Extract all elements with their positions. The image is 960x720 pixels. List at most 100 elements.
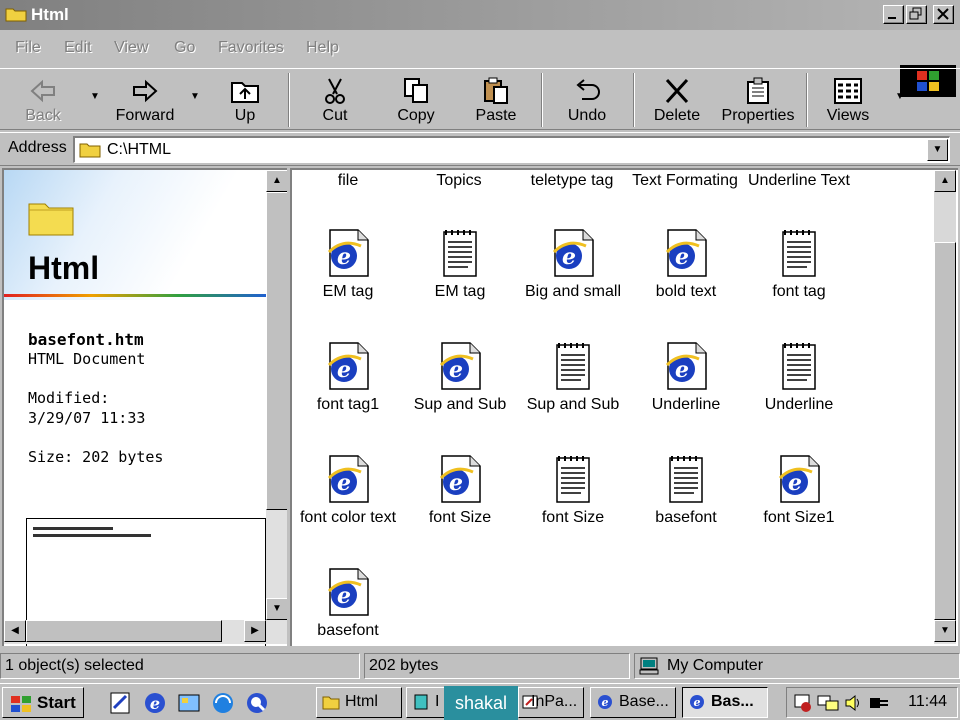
network-icon[interactable] (817, 693, 839, 713)
file-item[interactable]: font Size (517, 454, 629, 554)
item-label[interactable]: teletype tag (517, 172, 627, 190)
scroll-up-button[interactable]: ▲ (934, 170, 956, 192)
file-item[interactable]: Underline (743, 341, 855, 441)
preview-line (33, 527, 113, 530)
status-zone-label: My Computer (667, 657, 764, 674)
outlook-express-icon[interactable] (108, 690, 134, 716)
notepad-icon (414, 694, 428, 710)
properties-button[interactable]: Properties (718, 73, 798, 127)
ie-html-file-icon: e (665, 229, 707, 277)
menu-edit[interactable]: Edit (64, 39, 92, 57)
item-label[interactable]: Underline Text (744, 172, 854, 190)
scroll-right-button[interactable]: ▶ (244, 620, 266, 642)
internet-explorer-icon: e (690, 695, 704, 709)
file-item[interactable]: e Big and small (517, 228, 629, 328)
scroll-left-button[interactable]: ◀ (4, 620, 26, 642)
file-item[interactable]: e font tag1 (292, 341, 404, 441)
scroll-up-button[interactable]: ▲ (266, 170, 287, 192)
file-item[interactable]: e Sup and Sub (404, 341, 516, 441)
cut-button[interactable]: Cut (306, 73, 364, 127)
left-pane-hscrollbar[interactable]: ◀ ▶ (4, 620, 266, 644)
views-button[interactable]: Views (820, 73, 876, 127)
internet-explorer-icon[interactable]: e (142, 690, 168, 716)
address-bar: Address C:\HTML ▼ (0, 132, 960, 166)
taskbar-item-inpa[interactable]: InPa... (518, 687, 584, 718)
taskbar-item-base[interactable]: e Base... (590, 687, 676, 718)
copy-button[interactable]: Copy (386, 73, 446, 127)
clock[interactable]: 11:44 (908, 693, 947, 711)
up-folder-icon (231, 82, 259, 103)
color-divider (4, 294, 266, 297)
file-item[interactable]: e font Size (404, 454, 516, 554)
taskbar-item-notepad[interactable]: I (406, 687, 446, 718)
minimize-button[interactable] (883, 5, 904, 24)
close-button[interactable] (933, 5, 954, 24)
svg-text:e: e (337, 470, 351, 496)
notepad-file-icon (443, 230, 477, 277)
scroll-thumb[interactable] (266, 192, 287, 510)
file-item[interactable]: Sup and Sub (517, 341, 629, 441)
svg-text:e: e (150, 694, 160, 713)
toolbar-separator (288, 73, 290, 127)
up-button[interactable]: Up (214, 73, 276, 127)
address-dropdown-button[interactable]: ▼ (927, 139, 948, 161)
forward-dropdown-icon[interactable]: ▼ (190, 91, 200, 102)
file-list-vscrollbar[interactable]: ▲ ▼ (934, 170, 956, 644)
volume-icon[interactable] (843, 693, 863, 713)
scroll-down-button[interactable]: ▼ (934, 620, 956, 642)
item-label[interactable]: file (302, 172, 394, 190)
item-label[interactable]: Topics (404, 172, 514, 190)
file-item[interactable]: e font color text (292, 454, 404, 554)
file-item[interactable]: EM tag (404, 228, 516, 328)
svg-text:e: e (337, 357, 351, 383)
file-item[interactable]: font tag (743, 228, 855, 328)
address-input[interactable]: C:\HTML ▼ (73, 136, 950, 163)
toolbar-separator (541, 73, 543, 127)
menu-view[interactable]: View (114, 39, 148, 57)
ie-html-file-icon: e (778, 455, 820, 503)
paste-button[interactable]: Paste (466, 73, 526, 127)
undo-button[interactable]: Undo (558, 73, 616, 127)
scroll-down-button[interactable]: ▼ (266, 598, 287, 620)
file-item[interactable]: e basefont (292, 567, 404, 646)
scroll-thumb[interactable] (934, 242, 956, 620)
back-dropdown-icon[interactable]: ▼ (90, 91, 100, 102)
hscroll-thumb[interactable] (26, 620, 222, 642)
large-folder-icon (28, 203, 74, 236)
taskbar-item-html[interactable]: Html (316, 687, 402, 718)
maximize-button[interactable] (906, 5, 927, 24)
channels-icon[interactable] (210, 690, 236, 716)
item-label[interactable]: Text Formating (630, 172, 740, 190)
svg-text:e: e (337, 244, 351, 270)
show-desktop-icon[interactable] (176, 690, 202, 716)
file-list-view: file Topics teletype tag Text Formating … (290, 168, 958, 646)
search-icon[interactable] (244, 690, 270, 716)
toolbar-separator (806, 73, 808, 127)
views-dropdown-icon[interactable]: ▼ (895, 91, 905, 102)
menu-favorites[interactable]: Favorites (218, 39, 284, 57)
title-bar[interactable]: Html (0, 0, 960, 30)
menu-go[interactable]: Go (174, 39, 195, 57)
back-arrow-icon (30, 79, 55, 103)
file-item[interactable]: basefont (630, 454, 742, 554)
menu-help[interactable]: Help (306, 39, 339, 57)
delete-button[interactable]: Delete (648, 73, 706, 127)
file-item[interactable]: e bold text (630, 228, 742, 328)
my-computer-icon (639, 657, 659, 675)
back-button[interactable]: Back (12, 73, 74, 127)
file-item[interactable]: e Underline (630, 341, 742, 441)
ie-html-file-icon: e (439, 342, 481, 390)
window-title: Html (31, 5, 69, 24)
scheduler-icon[interactable] (793, 693, 813, 713)
file-label: font tag (772, 283, 826, 300)
power-icon[interactable] (867, 693, 893, 713)
forward-button[interactable]: Forward (108, 73, 182, 127)
file-item[interactable]: e font Size1 (743, 454, 855, 554)
file-item[interactable]: e EM tag (292, 228, 404, 328)
menu-file[interactable]: File (15, 39, 41, 57)
start-button[interactable]: Start (2, 687, 84, 718)
taskbar-item-bas-active[interactable]: e Bas... (682, 687, 768, 718)
left-pane-vscrollbar[interactable]: ▲ ▼ (266, 170, 287, 644)
ie-html-file-icon: e (327, 342, 369, 390)
folder-icon (79, 143, 101, 158)
